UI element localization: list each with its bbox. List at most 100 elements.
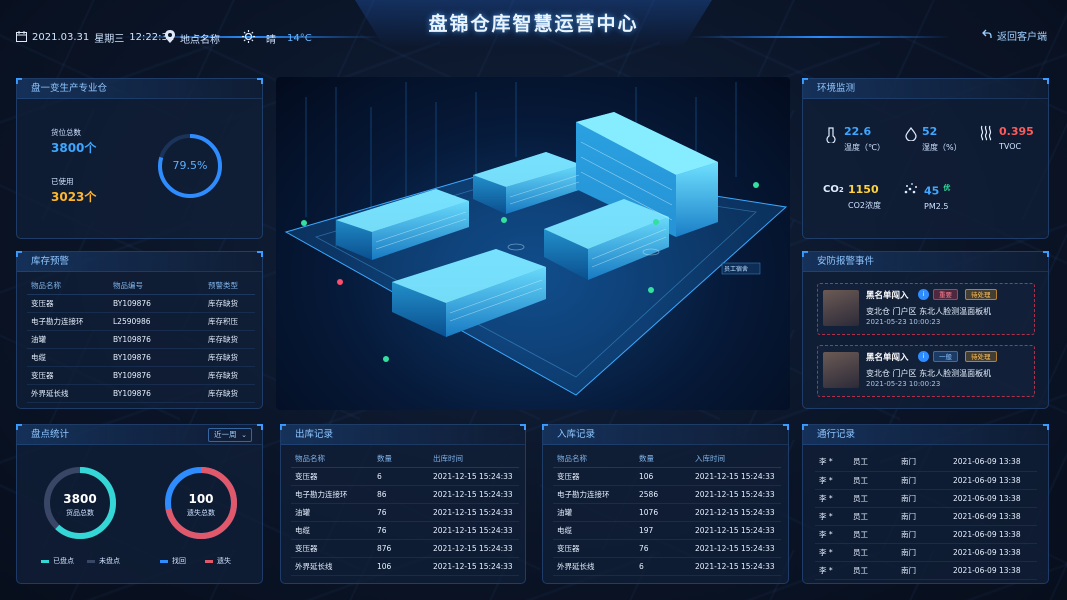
table-cell: 2021-12-15 15:24:33 <box>433 467 519 486</box>
table-cell: 库存缺货 <box>208 330 255 349</box>
panel-title: 出库记录 <box>281 425 525 445</box>
metric-value: 0.395 <box>999 125 1034 138</box>
outbound-table: 物品名称 数量 出库时间 变压器 6 2021-12-15 15:24:33 电子勘力… <box>291 451 519 576</box>
table-row[interactable]: 变压器 76 2021-12-15 15:24:33 <box>553 539 781 558</box>
legend-label: 遗失 <box>217 557 231 565</box>
table-row[interactable]: 电缆 BY109876 库存缺货 <box>27 348 255 367</box>
column-header: 物品名称 <box>553 451 639 468</box>
table-row[interactable]: 变压器 6 2021-12-15 15:24:33 <box>291 467 519 486</box>
goods-total-label: 货品总数 <box>66 509 94 517</box>
table-cell: 外界延长线 <box>291 557 377 576</box>
table-cell: 油罐 <box>553 503 639 522</box>
metric-value: 22.6 <box>844 125 872 138</box>
table-cell: 员工 <box>853 525 901 544</box>
alarm-location: 变北仓 门户区 东北人脸测温面板机 <box>866 307 992 316</box>
table-cell: 2021-12-15 15:24:33 <box>695 539 781 558</box>
table-cell: 电子勘力连接环 <box>291 485 377 504</box>
table-cell: 76 <box>639 539 695 558</box>
back-arrow-icon <box>982 29 992 42</box>
table-row[interactable]: 外界延长线 106 2021-12-15 15:24:33 <box>291 557 519 576</box>
table-row[interactable]: 李 * 员工 南门 2021-06-09 13:38 <box>815 561 1037 580</box>
date-text: 2021.03.31 <box>32 32 90 43</box>
table-cell: 2021-12-15 15:24:33 <box>695 467 781 486</box>
column-header: 数量 <box>639 451 695 468</box>
table-cell: 2021-12-15 15:24:33 <box>433 503 519 522</box>
table-cell: 员工 <box>853 471 901 490</box>
table-row[interactable]: 电缆 197 2021-12-15 15:24:33 <box>553 521 781 540</box>
column-header: 物品编号 <box>113 278 208 295</box>
metric-label: TVOC <box>999 142 1022 151</box>
legend-swatch <box>205 559 213 563</box>
column-header: 出库时间 <box>433 451 519 468</box>
table-row[interactable]: 变压器 106 2021-12-15 15:24:33 <box>553 467 781 486</box>
table-cell: 油罐 <box>291 503 377 522</box>
table-row[interactable]: 外界延长线 BY109876 库存缺货 <box>27 384 255 403</box>
metric-label: PM2.5 <box>924 201 949 211</box>
table-cell: 电子勘力连接环 <box>27 312 113 331</box>
table-cell: 外界延长线 <box>27 384 113 403</box>
table-cell: 电缆 <box>27 348 113 367</box>
table-cell: 86 <box>377 485 433 504</box>
inbound-panel: 入库记录 物品名称 数量 入库时间 变压器 106 2021-12-15 15:24… <box>542 424 789 584</box>
alarm-name: 黑名单闯入 <box>866 291 909 301</box>
table-cell: 2021-06-09 13:38 <box>953 507 1037 526</box>
table-row[interactable]: 油罐 76 2021-12-15 15:24:33 <box>291 503 519 522</box>
location: 地点名称 <box>165 30 220 46</box>
table-cell: 2021-12-15 15:24:33 <box>433 485 519 504</box>
table-row[interactable]: 电缆 76 2021-12-15 15:24:33 <box>291 521 519 540</box>
table-row[interactable]: 油罐 1076 2021-12-15 15:24:33 <box>553 503 781 522</box>
table-cell: 76 <box>377 503 433 522</box>
table-cell: 6 <box>377 467 433 486</box>
table-row[interactable]: 变压器 BY109876 库存缺货 <box>27 294 255 313</box>
warehouse-scene <box>284 82 788 396</box>
back-to-client-button[interactable]: 返回客户端 <box>982 28 1047 43</box>
table-row[interactable]: 油罐 BY109876 库存缺货 <box>27 330 255 349</box>
table-cell: 员工 <box>853 543 901 562</box>
production-panel: 盘一变生产专业仓 货位总数 3800个 已使用 3023个 79.5% <box>16 78 263 239</box>
table-cell: 南门 <box>901 543 953 562</box>
table-cell: 876 <box>377 539 433 558</box>
table-cell: 电缆 <box>291 521 377 540</box>
total-slots-value: 3800个 <box>51 141 97 155</box>
table-row[interactable]: 李 * 员工 南门 2021-06-09 13:38 <box>815 543 1037 562</box>
tvoc-metric: 0.395 TVOC <box>999 125 1067 151</box>
table-row[interactable]: 电子勘力连接环 86 2021-12-15 15:24:33 <box>291 485 519 504</box>
panel-title: 通行记录 <box>803 425 1048 445</box>
table-row[interactable]: 外界延长线 6 2021-12-15 15:24:33 <box>553 557 781 576</box>
legend-recovered: 找回 <box>160 556 186 566</box>
alarm-card[interactable]: 黑名单闯入 i 一般 待处理 变北仓 门户区 东北人脸测温面板机 2021-05… <box>817 345 1035 397</box>
table-row[interactable]: 李 * 员工 南门 2021-06-09 13:38 <box>815 453 1037 472</box>
metric-value: 45 优 <box>924 183 1014 198</box>
table-row[interactable]: 李 * 员工 南门 2021-06-09 13:38 <box>815 489 1037 508</box>
column-header: 数量 <box>377 451 433 468</box>
table-row[interactable]: 变压器 876 2021-12-15 15:24:33 <box>291 539 519 558</box>
tvoc-icon <box>979 125 993 145</box>
alarm-card[interactable]: 黑名单闯入 i 重要 待处理 变北仓 门户区 东北人脸测温面板机 2021-05… <box>817 283 1035 335</box>
table-row[interactable]: 李 * 员工 南门 2021-06-09 13:38 <box>815 507 1037 526</box>
scene-tag: 员工宿舍 <box>724 266 749 273</box>
location-text: 地点名称 <box>180 34 220 46</box>
thermometer-icon <box>825 127 837 147</box>
table-cell: 库存缺货 <box>208 366 255 385</box>
temperature-text: 14°C <box>287 32 312 44</box>
metric-label: 温度（℃） <box>844 143 885 152</box>
table-cell: 油罐 <box>27 330 113 349</box>
table-row[interactable]: 李 * 员工 南门 2021-06-09 13:38 <box>815 471 1037 490</box>
table-cell: 2021-12-15 15:24:33 <box>695 485 781 504</box>
period-select[interactable]: 近一周 ⌄ <box>208 428 252 442</box>
table-row[interactable]: 李 * 员工 南门 2021-06-09 13:38 <box>815 525 1037 544</box>
table-row[interactable]: 电子勘力连接环 2586 2021-12-15 15:24:33 <box>553 485 781 504</box>
panel-title: 库存预警 <box>17 252 262 272</box>
period-select-value: 近一周 <box>214 430 237 439</box>
stock-alert-panel: 库存预警 物品名称 物品编号 预警类型 变压器 BY109876 库存缺货 电子勘力连… <box>16 251 263 409</box>
table-cell: 南门 <box>901 489 953 508</box>
table-row[interactable]: 变压器 BY109876 库存缺货 <box>27 366 255 385</box>
table-cell: 2586 <box>639 485 695 504</box>
table-row[interactable]: 电子勘力连接环 L2590986 库存积压 <box>27 312 255 331</box>
warehouse-3d-view[interactable]: 员工宿舍 <box>276 77 790 410</box>
table-cell: 南门 <box>901 453 953 472</box>
table-cell: 电子勘力连接环 <box>553 485 639 504</box>
weather-text: 晴 <box>266 34 276 46</box>
temperature-metric: 22.6 温度（℃） <box>844 125 934 153</box>
pm25-icon <box>903 182 919 200</box>
